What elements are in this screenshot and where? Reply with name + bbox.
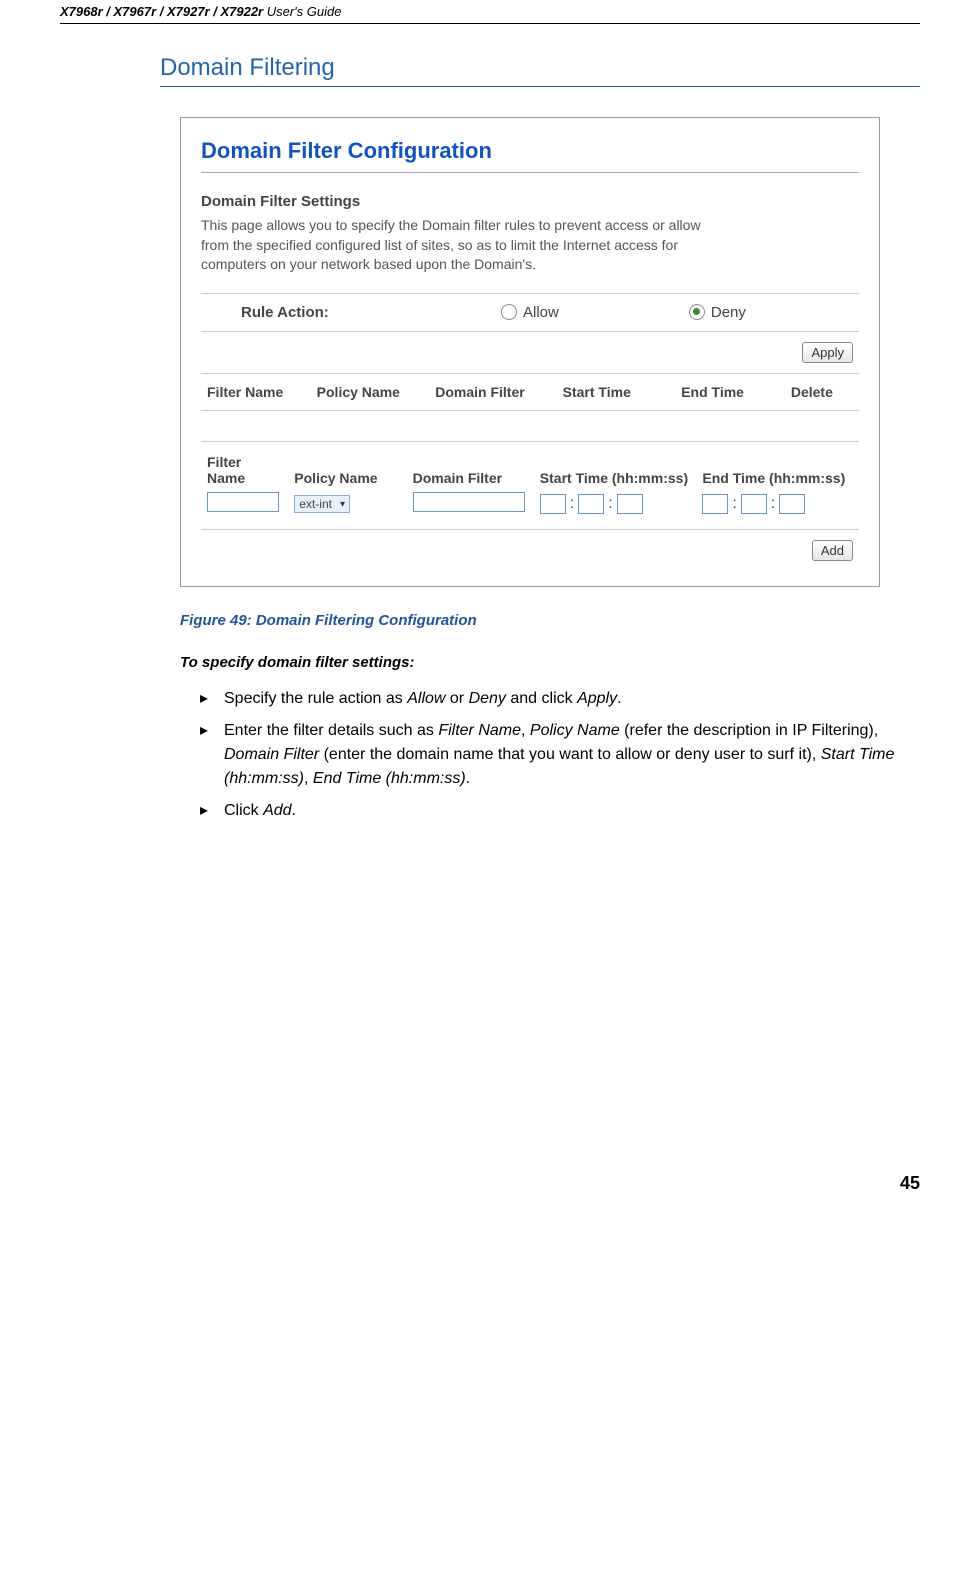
domain-filter-input[interactable] — [413, 492, 525, 512]
rule-action-row: Rule Action: Allow Deny — [201, 293, 859, 332]
filter-table-header: Filter Name Policy Name Domain Filter St… — [201, 373, 859, 411]
radio-icon — [501, 304, 517, 320]
radio-deny[interactable]: Deny — [689, 304, 746, 321]
settings-title: Domain Filter Settings — [201, 193, 859, 210]
apply-button[interactable]: Apply — [802, 342, 853, 363]
end-mm-input[interactable] — [741, 494, 767, 514]
list-item: Enter the filter details such as Filter … — [204, 719, 920, 791]
th-end-time: End Time — [675, 384, 785, 400]
instructions-title: To specify domain filter settings: — [180, 654, 920, 671]
th-start-time: Start Time — [557, 384, 676, 400]
select-value: ext-int — [299, 497, 332, 511]
header-guide: User's Guide — [263, 4, 341, 19]
start-hh-input[interactable] — [540, 494, 566, 514]
config-screenshot: Domain Filter Configuration Domain Filte… — [180, 117, 880, 587]
start-ss-input[interactable] — [617, 494, 643, 514]
th-delete: Delete — [785, 384, 859, 400]
time-colon: : — [608, 495, 612, 513]
th-domain-filter: Domain Filter — [429, 384, 556, 400]
time-colon: : — [732, 495, 736, 513]
section-title: Domain Filtering — [160, 54, 920, 87]
time-colon: : — [570, 495, 574, 513]
th-policy-name: Policy Name — [311, 384, 430, 400]
start-mm-input[interactable] — [578, 494, 604, 514]
ih-domain-filter: Domain Filter — [407, 470, 534, 486]
input-row: ext-int ▾ : : : : — [201, 492, 859, 530]
ih-policy-name: Policy Name — [288, 470, 406, 486]
add-button[interactable]: Add — [812, 540, 853, 561]
rule-action-label: Rule Action: — [201, 304, 501, 321]
input-headers: Filter Name Policy Name Domain Filter St… — [201, 442, 859, 492]
ih-end-time: End Time (hh:mm:ss) — [696, 470, 859, 486]
chevron-down-icon: ▾ — [340, 499, 345, 510]
figure-caption: Figure 49: Domain Filtering Configuratio… — [180, 612, 920, 629]
th-filter-name: Filter Name — [201, 384, 311, 400]
page-header: X7968r / X7967r / X7927r / X7922r User's… — [60, 0, 920, 24]
time-colon: : — [771, 495, 775, 513]
end-ss-input[interactable] — [779, 494, 805, 514]
settings-description: This page allows you to specify the Doma… — [201, 216, 721, 275]
end-hh-input[interactable] — [702, 494, 728, 514]
empty-table-body — [201, 411, 859, 442]
ih-start-time: Start Time (hh:mm:ss) — [534, 470, 697, 486]
filter-name-input[interactable] — [207, 492, 279, 512]
page-number: 45 — [0, 1173, 980, 1214]
radio-icon — [689, 304, 705, 320]
radio-deny-label: Deny — [711, 304, 746, 321]
header-models: X7968r / X7967r / X7927r / X7922r — [60, 4, 263, 19]
radio-allow[interactable]: Allow — [501, 304, 559, 321]
radio-allow-label: Allow — [523, 304, 559, 321]
policy-name-select[interactable]: ext-int ▾ — [294, 495, 350, 513]
config-title: Domain Filter Configuration — [201, 138, 859, 173]
instructions-list: Specify the rule action as Allow or Deny… — [180, 687, 920, 823]
list-item: Specify the rule action as Allow or Deny… — [204, 687, 920, 711]
ih-filter-name: Filter Name — [201, 454, 288, 486]
list-item: Click Add. — [204, 799, 920, 823]
